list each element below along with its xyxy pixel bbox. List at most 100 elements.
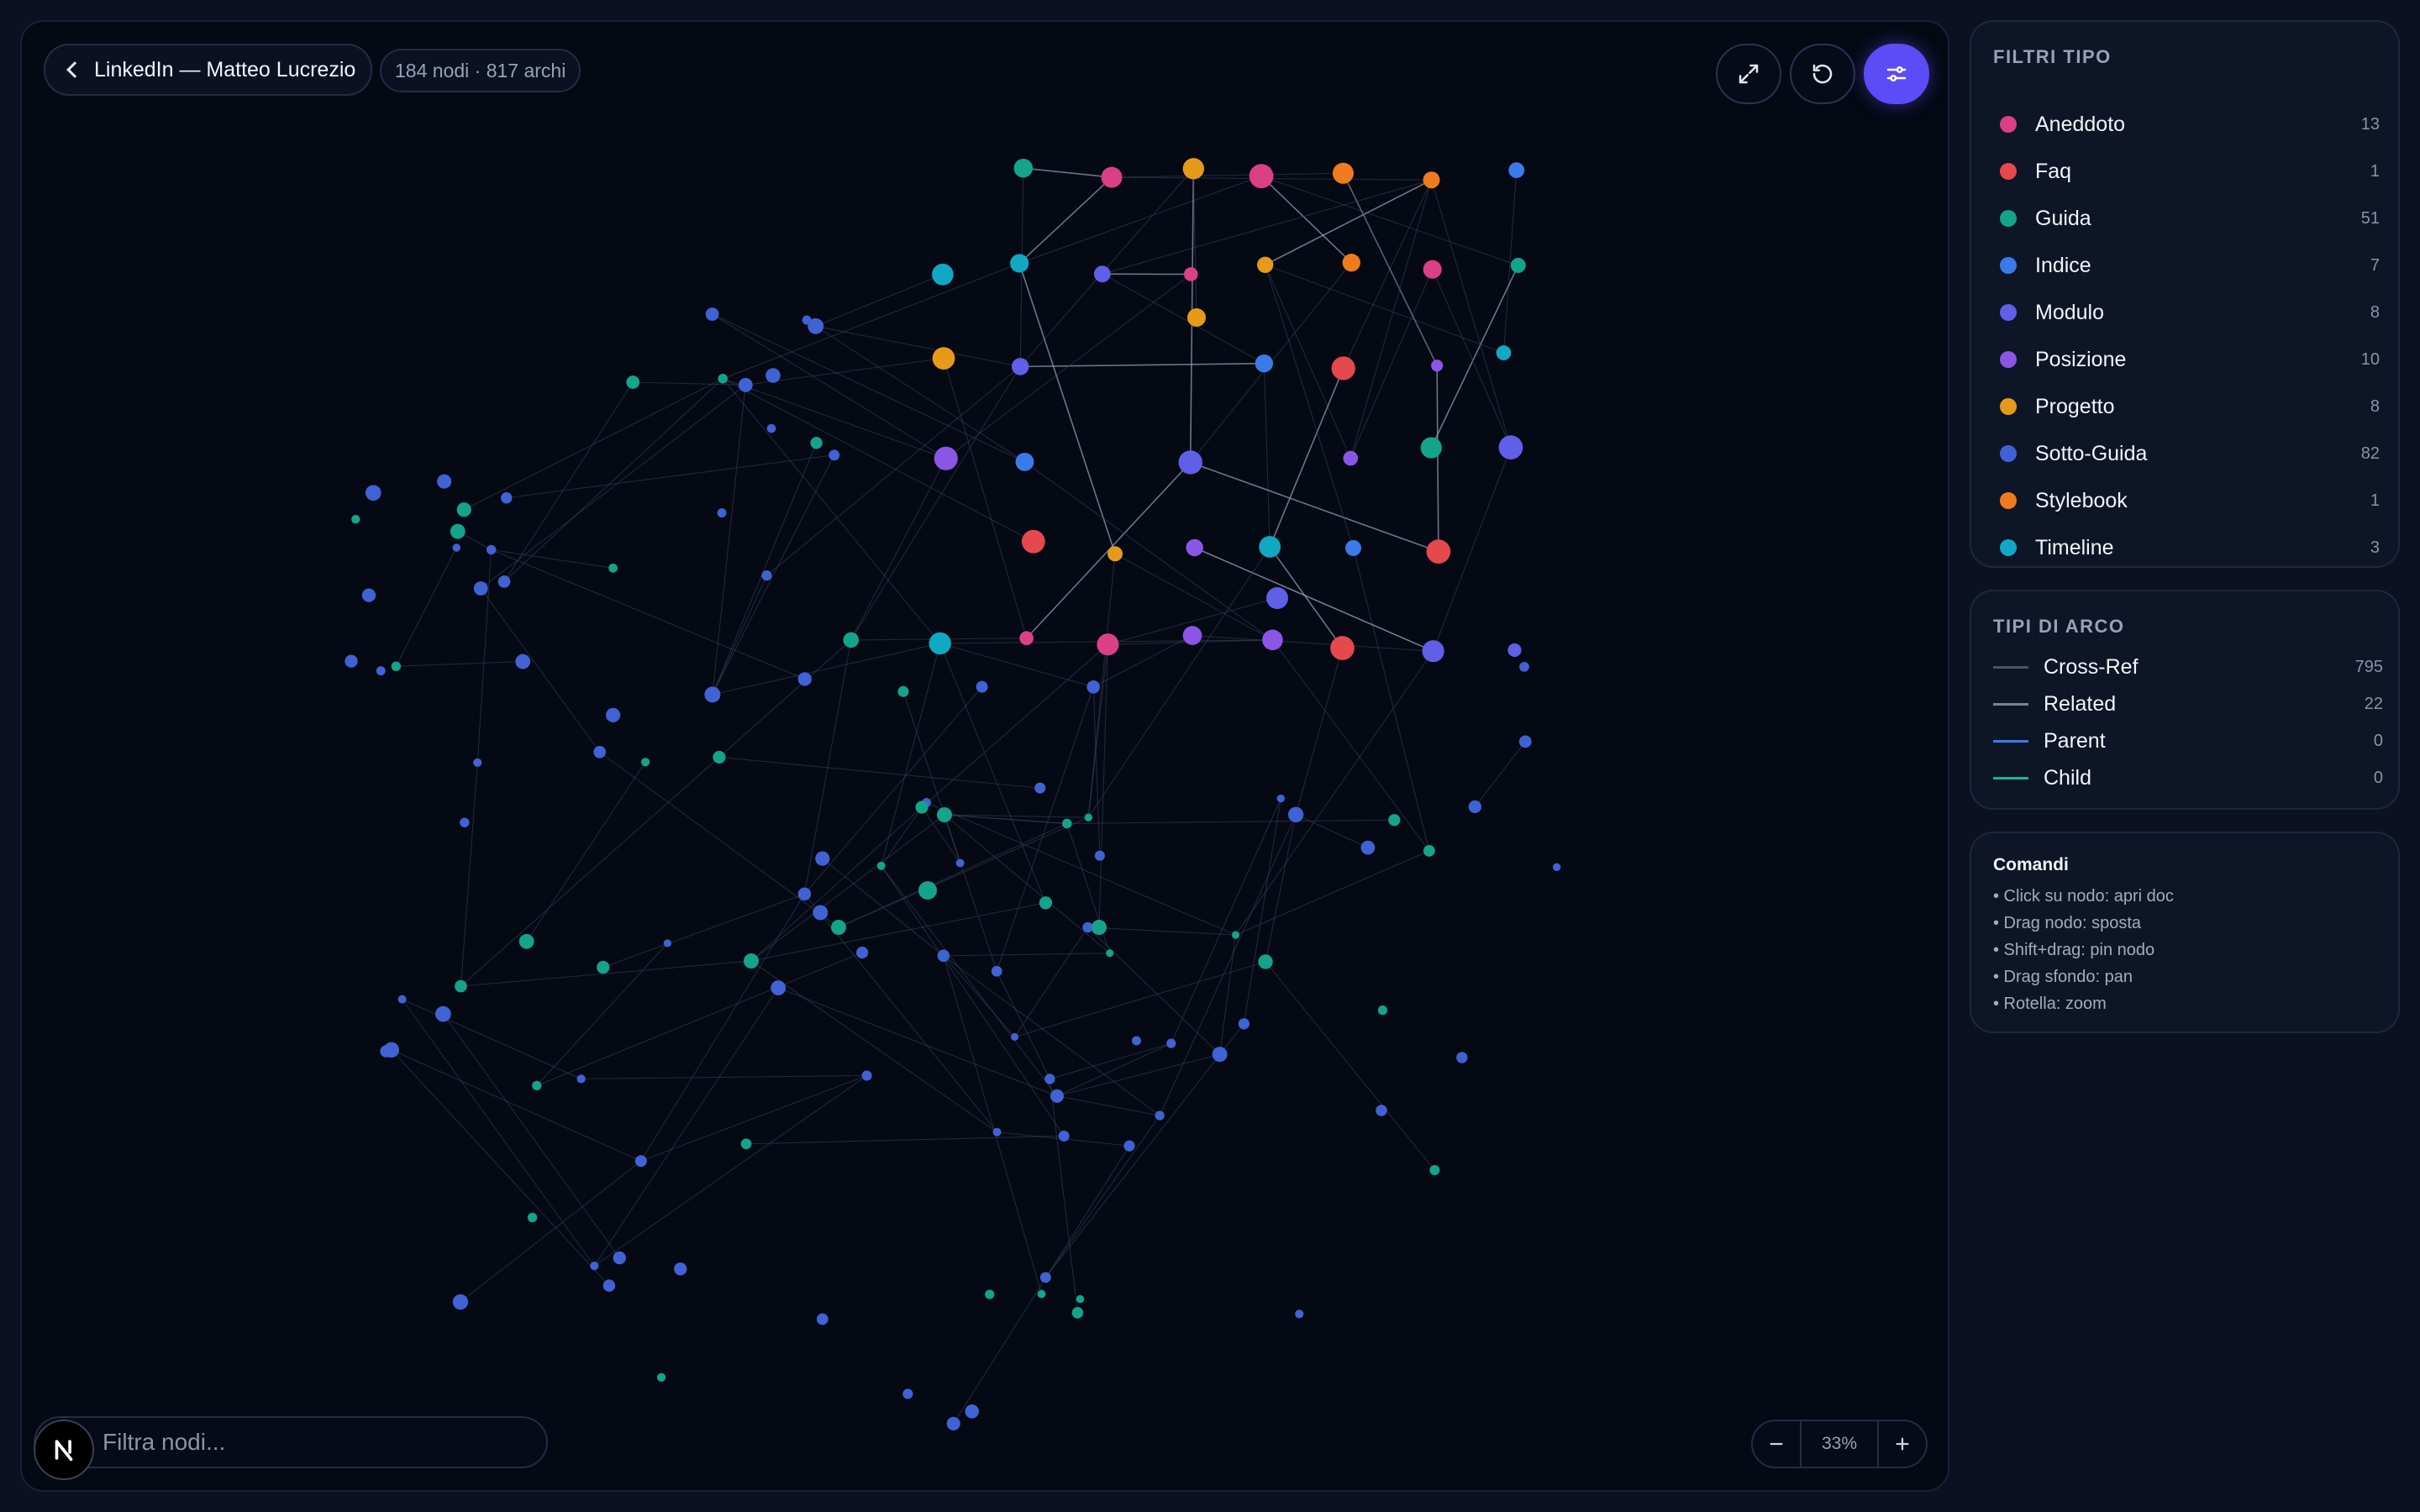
graph-node[interactable] bbox=[497, 575, 511, 588]
graph-node[interactable] bbox=[397, 995, 407, 1004]
graph-node[interactable] bbox=[626, 375, 640, 389]
next-logo-icon[interactable] bbox=[34, 1420, 94, 1480]
graph-node[interactable] bbox=[518, 933, 534, 949]
graph-node[interactable] bbox=[674, 1262, 687, 1276]
graph-node[interactable] bbox=[1388, 814, 1401, 827]
graph-node[interactable] bbox=[1507, 643, 1522, 658]
graph-node[interactable] bbox=[1376, 1105, 1387, 1116]
type-filter-posizione[interactable]: Posizione 10 bbox=[1993, 336, 2380, 383]
settings-toggle-button[interactable] bbox=[1864, 44, 1929, 104]
graph-node[interactable] bbox=[991, 965, 1002, 977]
graph-node[interactable] bbox=[843, 632, 860, 648]
graph-node[interactable] bbox=[1050, 1089, 1065, 1103]
graph-node[interactable] bbox=[1037, 1289, 1046, 1299]
graph-node[interactable] bbox=[1086, 680, 1100, 694]
graph-node[interactable] bbox=[1431, 360, 1444, 372]
graph-node[interactable] bbox=[532, 1080, 542, 1091]
graph-node[interactable] bbox=[797, 672, 812, 686]
graph-node[interactable] bbox=[455, 979, 467, 993]
edge-type-cross-ref[interactable]: Cross-Ref 795 bbox=[1993, 648, 2383, 685]
graph-node[interactable] bbox=[738, 377, 753, 392]
graph-node[interactable] bbox=[902, 1389, 913, 1399]
graph-node[interactable] bbox=[1061, 818, 1072, 829]
graph-node[interactable] bbox=[593, 745, 607, 759]
graph-node[interactable] bbox=[1015, 452, 1034, 471]
graph-node[interactable] bbox=[1295, 1310, 1304, 1319]
graph-node[interactable] bbox=[1155, 1110, 1165, 1121]
node-filter-field[interactable] bbox=[34, 1416, 548, 1468]
graph-node[interactable] bbox=[813, 905, 829, 921]
type-filter-sotto-guida[interactable]: Sotto-Guida 82 bbox=[1993, 430, 2380, 477]
graph-node[interactable] bbox=[450, 523, 466, 539]
graph-node[interactable] bbox=[1287, 806, 1304, 822]
graph-node[interactable] bbox=[876, 861, 886, 870]
graph-node[interactable] bbox=[861, 1070, 872, 1081]
graph-node[interactable] bbox=[391, 661, 402, 671]
graph-node[interactable] bbox=[829, 449, 840, 461]
graph-view[interactable] bbox=[22, 22, 1949, 1492]
graph-node[interactable] bbox=[815, 851, 830, 866]
graph-node[interactable] bbox=[1231, 931, 1240, 939]
zoom-in-button[interactable] bbox=[1879, 1421, 1926, 1467]
graph-node[interactable] bbox=[1178, 450, 1202, 475]
graph-node[interactable] bbox=[1426, 539, 1451, 564]
graph-node[interactable] bbox=[1166, 1038, 1176, 1048]
graph-node[interactable] bbox=[929, 632, 951, 655]
graph-node[interactable] bbox=[527, 1212, 538, 1223]
graph-node[interactable] bbox=[766, 423, 776, 433]
graph-node[interactable] bbox=[608, 563, 618, 573]
graph-node[interactable] bbox=[365, 485, 381, 501]
graph-node[interactable] bbox=[897, 685, 909, 697]
graph-node[interactable] bbox=[744, 953, 759, 969]
type-filter-progetto[interactable]: Progetto 8 bbox=[1993, 383, 2380, 430]
graph-node[interactable] bbox=[802, 315, 812, 325]
graph-node[interactable] bbox=[351, 514, 360, 524]
graph-node[interactable] bbox=[1423, 171, 1440, 189]
graph-node[interactable] bbox=[1496, 345, 1512, 360]
graph-node[interactable] bbox=[1330, 636, 1355, 660]
graph-node[interactable] bbox=[515, 654, 531, 669]
graph-node[interactable] bbox=[1498, 435, 1523, 460]
graph-node[interactable] bbox=[1058, 1130, 1070, 1142]
graph-node[interactable] bbox=[1011, 358, 1029, 375]
graph-node[interactable] bbox=[1331, 356, 1355, 381]
graph-node[interactable] bbox=[1510, 257, 1526, 273]
graph-node[interactable] bbox=[376, 666, 386, 675]
graph-node[interactable] bbox=[918, 881, 937, 900]
graph-node[interactable] bbox=[856, 946, 869, 959]
graph-node[interactable] bbox=[1123, 1140, 1135, 1152]
graph-node[interactable] bbox=[985, 1289, 995, 1299]
graph-node[interactable] bbox=[1071, 1307, 1084, 1319]
graph-node[interactable] bbox=[816, 1313, 829, 1326]
graph-node[interactable] bbox=[717, 508, 727, 518]
graph-node[interactable] bbox=[1186, 538, 1203, 557]
graph-node[interactable] bbox=[1183, 267, 1198, 281]
graph-node[interactable] bbox=[1094, 850, 1105, 861]
graph-node[interactable] bbox=[1039, 1272, 1051, 1284]
graph-node[interactable] bbox=[1092, 920, 1107, 935]
graph-node[interactable] bbox=[1519, 662, 1529, 672]
graph-node[interactable] bbox=[1044, 1074, 1055, 1084]
graph-node[interactable] bbox=[452, 1294, 469, 1310]
graph-node[interactable] bbox=[1423, 260, 1442, 279]
graph-node[interactable] bbox=[1039, 896, 1053, 910]
graph-node[interactable] bbox=[1076, 1294, 1085, 1304]
edge-type-related[interactable]: Related 22 bbox=[1993, 685, 2383, 722]
graph-node[interactable] bbox=[634, 1155, 647, 1168]
graph-node[interactable] bbox=[383, 1042, 400, 1058]
back-button[interactable]: LinkedIn — Matteo Lucrezio bbox=[44, 44, 373, 96]
type-filter-faq[interactable]: Faq 1 bbox=[1993, 148, 2380, 195]
graph-node[interactable] bbox=[955, 858, 965, 868]
graph-node[interactable] bbox=[705, 307, 719, 321]
graph-node[interactable] bbox=[704, 686, 721, 703]
graph-node[interactable] bbox=[965, 1404, 980, 1419]
reset-view-button[interactable] bbox=[1790, 44, 1855, 104]
graph-node[interactable] bbox=[345, 654, 358, 668]
graph-node[interactable] bbox=[765, 368, 781, 383]
graph-node[interactable] bbox=[656, 1373, 666, 1382]
graph-node[interactable] bbox=[1131, 1036, 1141, 1046]
graph-node[interactable] bbox=[602, 1279, 616, 1292]
graph-node[interactable] bbox=[1019, 631, 1034, 646]
type-filter-guida[interactable]: Guida 51 bbox=[1993, 195, 2380, 242]
graph-node[interactable] bbox=[1021, 529, 1045, 554]
